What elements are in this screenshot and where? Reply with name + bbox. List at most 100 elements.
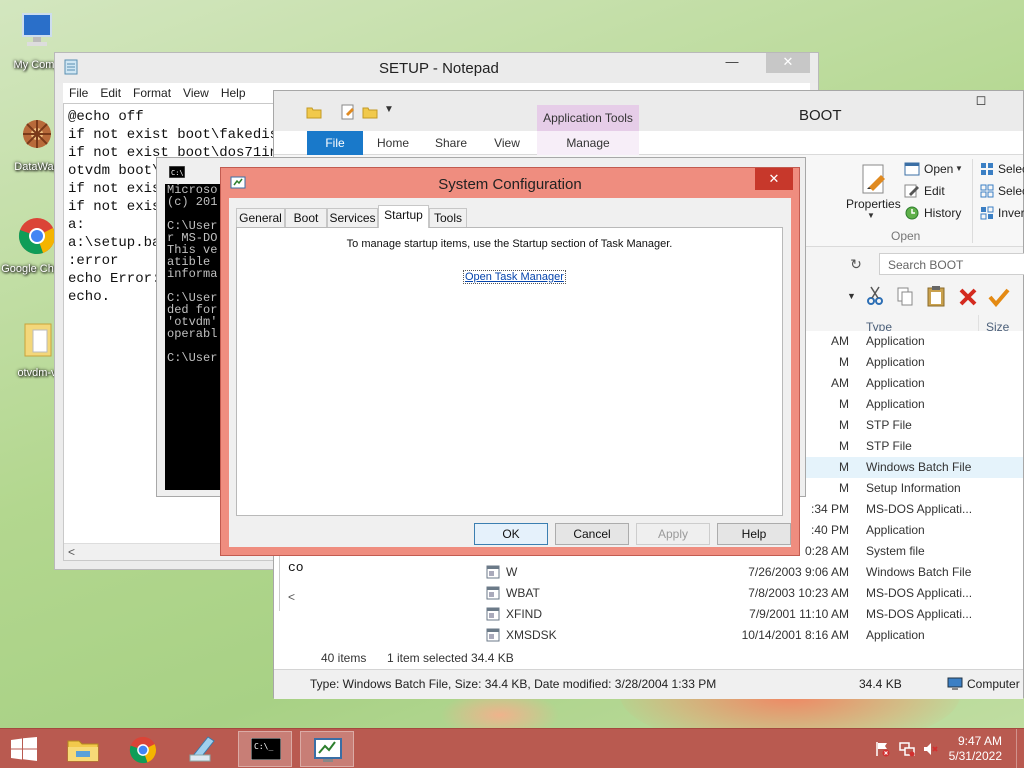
system-configuration-dialog[interactable]: System Configuration ✕ General Boot Serv…	[220, 167, 800, 556]
table-row[interactable]: XMSDSK 10/14/2001 8:16 AM Application	[274, 625, 1023, 646]
select-none-button[interactable]: Selec	[998, 184, 1024, 198]
cut-icon[interactable]	[866, 286, 884, 306]
msconfig-icon	[314, 738, 342, 762]
notepad-fragment: co <	[279, 556, 304, 611]
dropdown-arrow-icon[interactable]: ▼	[847, 291, 856, 301]
taskbar-command-prompt[interactable]: C:\_	[238, 731, 292, 767]
cmd-console[interactable]: Microso (c) 201 C:\User r MS-DO This ve atibl…	[165, 184, 225, 490]
ok-button[interactable]: OK	[474, 523, 548, 545]
action-center-flag-icon[interactable]	[874, 741, 890, 757]
system-clock[interactable]: 9:47 AM 5/31/2022	[949, 734, 1002, 764]
tab-home[interactable]: Home	[366, 131, 420, 155]
open-button[interactable]: Open	[924, 162, 953, 176]
table-row[interactable]: WBAT 7/8/2003 10:23 AM MS-DOS Applicati...	[274, 583, 1023, 604]
explorer-restore-button[interactable]: ◻	[967, 91, 995, 111]
cmd-line: C:\User	[167, 351, 218, 365]
notepad-close-button[interactable]: ✕	[766, 53, 810, 73]
file-date: M	[839, 481, 849, 495]
file-type: MS-DOS Applicati...	[866, 586, 973, 600]
scroll-left-arrow[interactable]: <	[68, 545, 75, 559]
file-date: 10/14/2001 8:16 AM	[741, 628, 849, 642]
file-date: 7/26/2003 9:06 AM	[748, 565, 849, 579]
copy-icon[interactable]	[896, 286, 914, 306]
chrome-icon	[18, 218, 55, 255]
notepad-titlebar[interactable]: SETUP - Notepad — ✕	[55, 53, 818, 83]
cancel-button[interactable]: Cancel	[555, 523, 629, 545]
paste-icon[interactable]	[926, 285, 946, 307]
properties-button[interactable]: Properties	[846, 197, 901, 211]
notepad-icon	[189, 736, 215, 762]
tab-manage[interactable]: Manage	[537, 131, 639, 155]
file-date: M	[839, 460, 849, 474]
invert-selection-icon	[980, 206, 994, 220]
file-date: M	[839, 355, 849, 369]
taskbar-system-configuration[interactable]	[300, 731, 354, 767]
properties-quick-icon[interactable]	[340, 104, 356, 120]
refresh-icon[interactable]: ↻	[844, 253, 868, 275]
file-date: :40 PM	[810, 523, 849, 537]
tab-startup[interactable]: Startup	[378, 205, 429, 228]
file-type: Application	[866, 397, 925, 411]
history-button[interactable]: History	[924, 206, 961, 220]
menu-format[interactable]: Format	[127, 83, 177, 103]
taskbar-chrome[interactable]	[116, 731, 170, 767]
taskbar: C:\_ 9:47 AM 5/31/2022	[0, 728, 1024, 768]
customize-quick-access-icon[interactable]: ▼	[384, 104, 394, 115]
open-task-manager-link[interactable]: Open Task Manager	[463, 270, 566, 284]
help-button[interactable]: Help	[717, 523, 791, 545]
select-all-button[interactable]: Selec	[998, 162, 1024, 176]
volume-muted-icon[interactable]	[923, 741, 939, 757]
menu-edit[interactable]: Edit	[94, 83, 127, 103]
file-date: M	[839, 439, 849, 453]
tab-services[interactable]: Services	[327, 208, 378, 227]
explorer-titlebar[interactable]: ▼ BOOT ◻	[274, 91, 1023, 131]
dialog-close-button[interactable]: ✕	[755, 168, 793, 190]
application-file-icon	[486, 586, 500, 600]
file-type: MS-DOS Applicati...	[866, 607, 973, 621]
taskbar-file-explorer[interactable]	[56, 731, 110, 767]
checkmark-icon[interactable]	[988, 287, 1010, 307]
search-input[interactable]: Search BOOT	[888, 258, 963, 272]
item-count: 40 items	[321, 651, 367, 665]
taskbar-notepad[interactable]	[176, 731, 230, 767]
table-row[interactable]: XFIND 7/9/2001 11:10 AM MS-DOS Applicati..…	[274, 604, 1023, 625]
edit-button[interactable]: Edit	[924, 184, 945, 198]
edit-icon	[904, 184, 919, 198]
show-desktop-button[interactable]	[1016, 729, 1024, 768]
file-explorer-icon	[67, 740, 99, 762]
application-file-icon	[486, 607, 500, 621]
open-icon	[904, 162, 920, 176]
file-name: WBAT	[506, 586, 540, 600]
menu-view[interactable]: View	[177, 83, 215, 103]
properties-dropdown-icon[interactable]: ▼	[867, 211, 875, 220]
file-type: System file	[866, 544, 925, 558]
invert-selection-button[interactable]: Inver	[998, 206, 1024, 220]
menu-file[interactable]: File	[63, 83, 94, 103]
svg-text:C:\: C:\	[171, 169, 184, 177]
start-button-windows-icon[interactable]	[10, 737, 38, 761]
clock-time: 9:47 AM	[957, 734, 1002, 748]
file-date: AM	[831, 334, 849, 348]
table-row[interactable]: W 7/26/2003 9:06 AM Windows Batch File	[274, 562, 1023, 583]
tab-tools[interactable]: Tools	[429, 208, 467, 227]
tab-file[interactable]: File	[307, 131, 363, 155]
clock-date: 5/31/2022	[948, 749, 1002, 763]
tab-boot[interactable]: Boot	[285, 208, 327, 227]
contextual-tab-group: Application Tools	[537, 105, 639, 131]
menu-help[interactable]: Help	[215, 83, 252, 103]
open-dropdown-icon[interactable]: ▼	[955, 164, 963, 173]
file-date: :34 PM	[810, 502, 849, 516]
folder-icon	[24, 323, 52, 357]
tab-general[interactable]: General	[236, 208, 285, 227]
delete-icon[interactable]	[958, 287, 978, 307]
new-folder-quick-icon[interactable]	[362, 105, 378, 119]
notepad-minimize-button[interactable]: —	[718, 53, 746, 73]
search-box[interactable]: Search BOOT	[879, 253, 1024, 275]
tab-view[interactable]: View	[480, 131, 534, 155]
apply-button[interactable]: Apply	[636, 523, 710, 545]
scroll-left-arrow-fragment[interactable]: <	[288, 590, 295, 604]
cmd-icon: C:\_	[251, 738, 281, 760]
file-type: Application	[866, 376, 925, 390]
network-icon[interactable]	[899, 741, 915, 757]
tab-share[interactable]: Share	[424, 131, 478, 155]
